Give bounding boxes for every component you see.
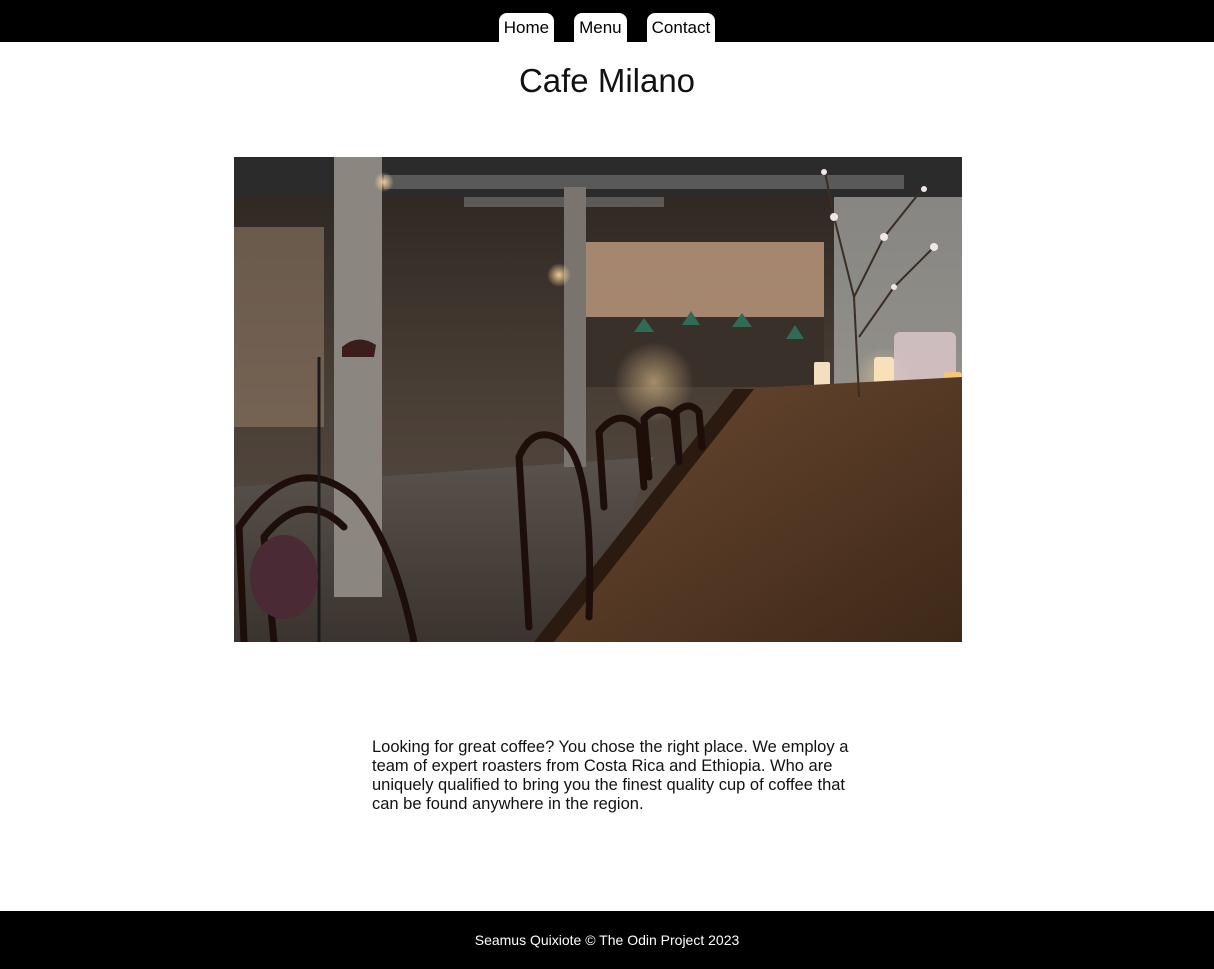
nav-tabs: Home Menu Contact [0, 13, 1214, 42]
cafe-interior-photo [234, 157, 962, 642]
tab-contact[interactable]: Contact [646, 13, 716, 42]
footer-credit: Seamus Quixiote © The Odin Project 2023 [474, 932, 740, 948]
cafe-interior-image [234, 157, 962, 642]
tab-home[interactable]: Home [498, 13, 555, 42]
page-footer: Seamus Quixiote © The Odin Project 2023 [0, 911, 1214, 969]
top-nav-bar: Home Menu Contact [0, 0, 1214, 42]
intro-paragraph: Looking for great coffee? You chose the … [372, 738, 849, 813]
page-title: Cafe Milano [518, 62, 696, 99]
tab-menu[interactable]: Menu [574, 13, 627, 42]
